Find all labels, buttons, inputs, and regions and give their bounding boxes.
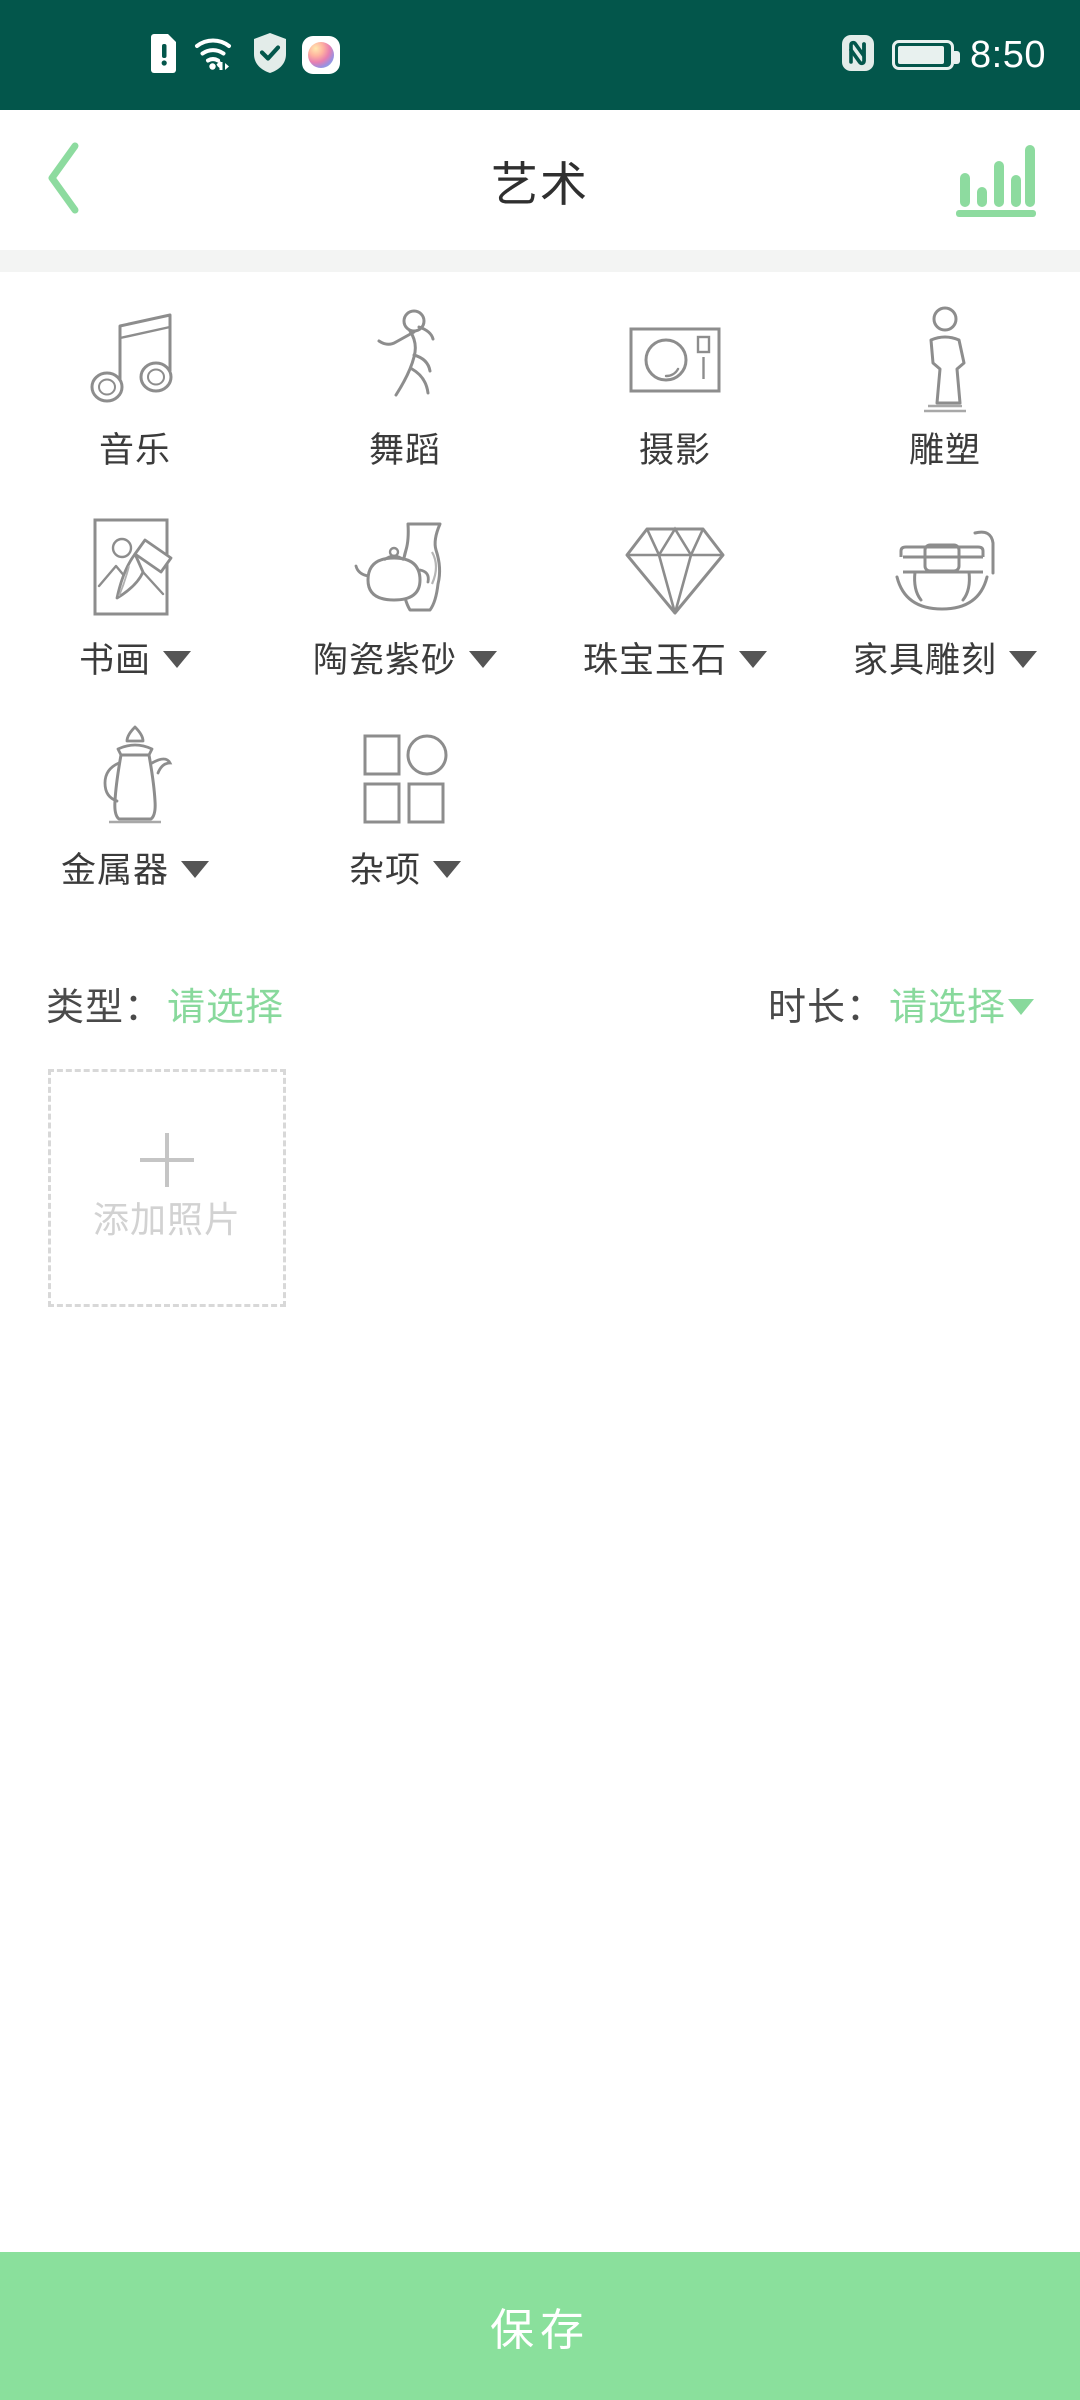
chevron-down-icon[interactable] — [1009, 651, 1037, 668]
status-bar: 8:50 — [0, 0, 1080, 110]
category-item-furniture[interactable]: 家具雕刻 — [810, 504, 1080, 714]
category-item-photography[interactable]: 摄影 — [540, 294, 810, 504]
add-photo-button[interactable]: 添加照片 — [48, 1069, 286, 1307]
category-grid: 音乐 舞蹈 摄影 雕塑 书画 陶瓷紫砂 珠宝玉石 家具雕刻 金属器 杂项 — [0, 294, 1080, 924]
chevron-down-icon[interactable] — [433, 861, 461, 878]
category-label: 杂项 — [349, 842, 461, 893]
category-item-dance[interactable]: 舞蹈 — [270, 294, 540, 504]
battery-icon — [892, 40, 961, 70]
type-selector[interactable]: 类型： 请选择 — [46, 976, 284, 1031]
statistics-button[interactable] — [938, 125, 1048, 235]
diamond-icon — [623, 510, 727, 628]
type-selector-label: 类型： — [46, 985, 164, 1029]
category-label: 舞蹈 — [368, 431, 441, 471]
wifi-icon — [194, 33, 238, 77]
category-label: 金属器 — [61, 842, 209, 893]
category-item-calligraphy[interactable]: 书画 — [0, 504, 270, 714]
duration-selector-label: 时长： — [767, 985, 885, 1029]
duration-selector-value: 请选择 — [888, 985, 1006, 1029]
header-divider — [0, 250, 1080, 272]
category-label: 珠宝玉石 — [583, 632, 767, 683]
chevron-down-icon[interactable] — [181, 861, 209, 878]
category-item-metalware[interactable]: 金属器 — [0, 714, 270, 924]
status-bar-right-icons: 8:50 — [840, 34, 1046, 77]
shield-check-icon — [252, 32, 288, 78]
page-title: 艺术 — [491, 157, 589, 213]
status-bar-left-icons — [150, 32, 340, 78]
photo-upload-area: 添加照片 — [0, 1031, 1080, 1307]
plus-icon — [140, 1133, 194, 1187]
category-label: 雕塑 — [908, 431, 981, 471]
category-label: 书画 — [79, 632, 191, 683]
painting-brush-icon — [87, 510, 183, 628]
chevron-down-icon[interactable] — [163, 651, 191, 668]
statue-icon — [901, 300, 989, 418]
save-button[interactable]: 保存 — [0, 2252, 1080, 2400]
metal-pot-icon — [87, 720, 183, 838]
duration-selector[interactable]: 时长： 请选择 — [768, 976, 1034, 1031]
app-orb-icon — [302, 36, 340, 74]
category-item-misc[interactable]: 杂项 — [270, 714, 540, 924]
app-header: 艺术 — [0, 110, 1080, 250]
chevron-down-icon[interactable] — [469, 651, 497, 668]
category-item-ceramics[interactable]: 陶瓷紫砂 — [270, 504, 540, 714]
bar-chart-icon — [950, 137, 1036, 223]
main-content: 音乐 舞蹈 摄影 雕塑 书画 陶瓷紫砂 珠宝玉石 家具雕刻 金属器 杂项 类型：… — [0, 272, 1080, 2252]
sim-alert-icon — [150, 33, 180, 77]
app-screen: 8:50 艺术 音乐 舞蹈 摄影 雕塑 书画 陶瓷紫砂 珠宝玉石 家具雕刻 金属… — [0, 0, 1080, 2400]
dancer-icon — [357, 300, 453, 418]
selector-row: 类型： 请选择 时长： 请选择 — [0, 976, 1080, 1031]
category-label: 音乐 — [98, 431, 171, 471]
category-item-sculpture[interactable]: 雕塑 — [810, 294, 1080, 504]
chevron-down-icon[interactable] — [1008, 998, 1034, 1015]
nfc-icon — [840, 34, 876, 76]
add-photo-label: 添加照片 — [92, 1200, 241, 1241]
grid-shapes-icon — [357, 720, 453, 838]
category-item-music[interactable]: 音乐 — [0, 294, 270, 504]
teapot-vase-icon — [350, 510, 460, 628]
category-label: 家具雕刻 — [853, 632, 1037, 683]
category-label: 陶瓷紫砂 — [313, 632, 497, 683]
status-bar-clock: 8:50 — [970, 33, 1046, 76]
camera-icon — [623, 300, 727, 418]
category-label: 摄影 — [638, 431, 711, 471]
category-item-jewelry[interactable]: 珠宝玉石 — [540, 504, 810, 714]
type-selector-value: 请选择 — [167, 985, 285, 1029]
rocking-chair-icon — [889, 510, 1001, 628]
chevron-down-icon[interactable] — [739, 651, 767, 668]
music-note-icon — [87, 300, 183, 418]
